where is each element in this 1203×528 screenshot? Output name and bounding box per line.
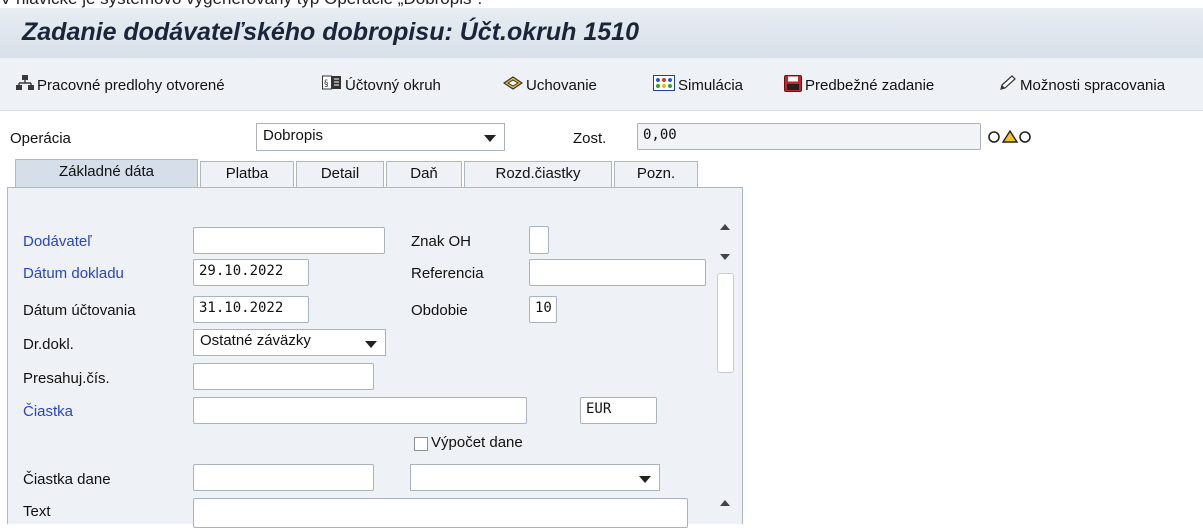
company-code-icon: § — [322, 75, 345, 95]
tab-label: Detail — [320, 165, 360, 182]
tab-tax[interactable]: Daň — [386, 161, 462, 187]
worklist-label: Pracovné predlohy otvorené — [37, 76, 225, 94]
svg-text:§: § — [324, 79, 329, 89]
title-bar: Zadanie dodávateľského dobropisu: Účt.ok… — [0, 8, 1203, 59]
document-date-label: Dátum dokladu — [23, 265, 124, 282]
amount-field[interactable] — [193, 397, 527, 424]
tax-amount-label: Čiastka dane — [23, 471, 111, 488]
simulate-icon — [653, 75, 678, 95]
page-title: Zadanie dodávateľského dobropisu: Účt.ok… — [22, 18, 639, 46]
balance-label: Zost. — [573, 130, 607, 147]
scroll-up-icon[interactable] — [720, 224, 730, 230]
hold-label: Uchovanie — [526, 76, 597, 94]
calculate-tax-label: Výpočet dane — [431, 434, 523, 451]
scroll-down-icon[interactable] — [720, 254, 730, 260]
save-icon — [784, 74, 805, 96]
operation-dropdown[interactable]: Dobropis — [256, 123, 505, 151]
tab-notes[interactable]: Pozn. — [614, 161, 698, 187]
tab-label: Platba — [225, 165, 269, 182]
posting-date-label: Dátum účtovania — [23, 302, 136, 319]
posting-date-field[interactable]: 31.10.2022 — [193, 296, 309, 323]
worklist-tree-icon — [16, 75, 37, 95]
panel-scrollbar[interactable] — [712, 218, 738, 524]
operation-label: Operácia — [10, 130, 71, 147]
tab-label: Pozn. — [636, 165, 676, 182]
company-code-label: Účtovný okruh — [345, 76, 441, 94]
vendor-label: Dodávateľ — [23, 233, 92, 250]
application-toolbar: Pracovné predlohy otvorené § Účtovný okr… — [0, 58, 1203, 111]
tab-basic-data[interactable]: Základné dáta — [15, 159, 198, 188]
document-date-field[interactable]: 29.10.2022 — [193, 259, 309, 286]
operation-value: Dobropis — [263, 127, 324, 144]
cross-cc-field[interactable] — [193, 363, 374, 390]
chevron-down-icon — [365, 341, 377, 348]
period-field[interactable]: 10 — [529, 296, 557, 323]
hold-button[interactable]: Uchovanie — [502, 74, 597, 96]
worklist-button[interactable]: Pracovné predlohy otvorené — [16, 74, 225, 96]
park-button[interactable]: Predbežné zadanie — [784, 74, 934, 96]
text-label: Text — [23, 503, 51, 520]
tax-code-dropdown[interactable] — [410, 464, 660, 491]
reference-label: Referencia — [411, 265, 484, 282]
scrollbar-thumb[interactable] — [717, 273, 734, 373]
amount-label: Čiastka — [23, 403, 74, 420]
simulate-button[interactable]: Simulácia — [653, 74, 743, 96]
currency-field[interactable]: EUR — [580, 397, 657, 424]
pencil-icon — [999, 75, 1020, 95]
traffic-light-icon — [987, 129, 1033, 149]
hold-icon — [502, 75, 526, 95]
balance-field: 0,00 — [637, 123, 981, 150]
special-gl-field[interactable] — [529, 226, 549, 254]
document-type-dropdown[interactable]: Ostatné záväzky — [193, 329, 386, 356]
tab-label: Základné dáta — [58, 163, 155, 180]
scroll-up-icon[interactable] — [720, 500, 730, 506]
park-label: Predbežné zadanie — [805, 76, 935, 94]
vendor-field[interactable] — [193, 227, 385, 254]
special-gl-label: Znak OH — [411, 233, 472, 250]
calculate-tax-checkbox[interactable] — [414, 437, 428, 451]
reference-field[interactable] — [529, 259, 706, 286]
simulate-label: Simulácia — [678, 76, 744, 94]
editing-options-button[interactable]: Možnosti spracovania — [999, 74, 1165, 96]
document-type-value: Ostatné záväzky — [200, 332, 311, 349]
cross-cc-label: Presahuj.čís. — [23, 370, 110, 387]
tab-label: Daň — [410, 165, 438, 182]
tax-amount-field[interactable] — [193, 464, 374, 491]
document-type-label: Dr.dokl. — [23, 336, 74, 353]
chevron-down-icon — [484, 135, 496, 142]
chevron-down-icon — [639, 476, 651, 483]
editing-options-label: Možnosti spracovania — [1020, 76, 1166, 94]
tab-payment[interactable]: Platba — [200, 161, 294, 187]
company-code-button[interactable]: § Účtovný okruh — [322, 74, 441, 96]
period-label: Obdobie — [411, 302, 468, 319]
tab-label: Rozd.čiastky — [495, 165, 581, 182]
tab-details[interactable]: Detail — [296, 161, 384, 187]
tab-withholding[interactable]: Rozd.čiastky — [464, 161, 612, 187]
